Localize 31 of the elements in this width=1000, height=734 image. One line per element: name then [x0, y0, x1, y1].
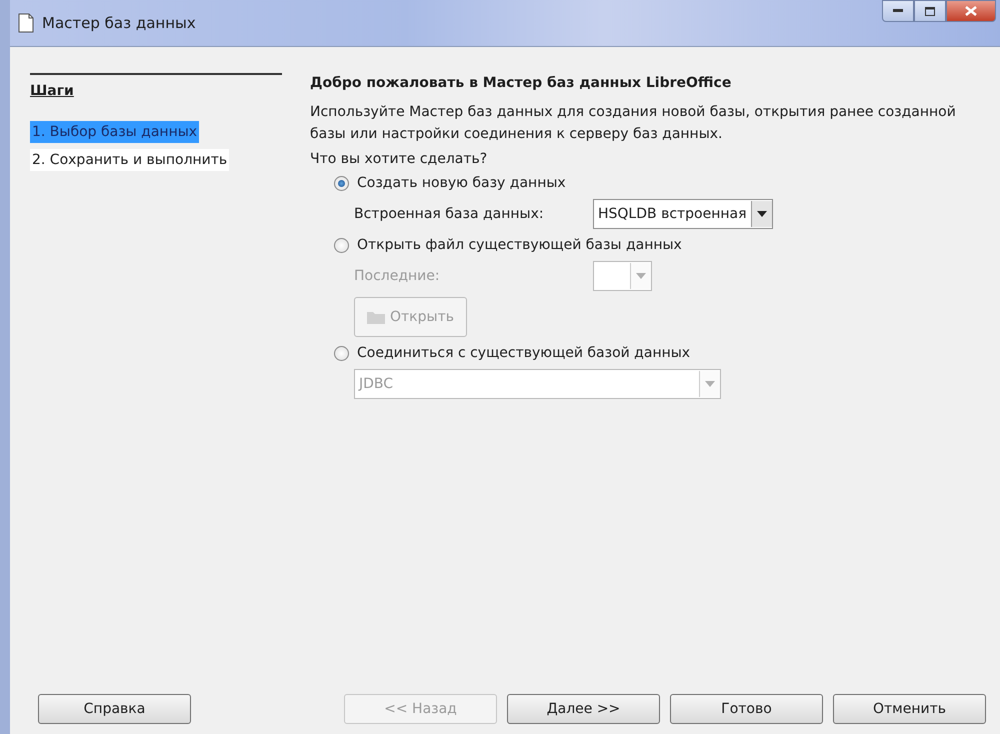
description-text: Используйте Мастер баз данных для создания новой базы, открытия ранее созданной базы или настройки соединения к серверу баз данных. [310, 103, 957, 144]
caret-icon [705, 381, 715, 387]
window-title: Мастер баз данных [42, 14, 197, 32]
caret-icon [636, 273, 646, 279]
question-text: Что вы хотите сделать? [310, 151, 488, 167]
radio-label[interactable]: Соединиться с существующей базой данных [357, 345, 690, 361]
caret-icon [756, 211, 767, 217]
step-item[interactable]: 2. Сохранить и выполнить [30, 149, 230, 171]
maximize-icon [925, 6, 935, 16]
minimize-button[interactable] [882, 0, 914, 22]
welcome-title: Добро пожаловать в Мастер баз данных LibreOffice [310, 75, 732, 91]
steps-heading: Шаги [30, 83, 74, 99]
minimize-icon [893, 9, 903, 13]
radio-label[interactable]: Создать новую базу данных [357, 175, 566, 191]
close-icon [965, 6, 977, 16]
help-button[interactable]: Справка [38, 694, 191, 724]
radio-button[interactable] [334, 346, 349, 360]
field-label: Последние: [354, 268, 441, 284]
close-button[interactable] [946, 0, 996, 22]
radio-button[interactable] [334, 176, 349, 190]
dropdown[interactable]: HSQLDB встроенная [593, 199, 773, 229]
radio-label[interactable]: Открыть файл существующей базы данных [357, 237, 682, 253]
step-item[interactable]: 1. Выбор базы данных [30, 121, 200, 143]
folder-icon [367, 310, 385, 324]
radio-button[interactable] [334, 238, 349, 252]
dialog-button[interactable]: Далее >> [507, 694, 660, 724]
maximize-button[interactable] [914, 0, 946, 22]
document-icon [18, 13, 34, 33]
dialog-button[interactable]: Готово [670, 694, 823, 724]
dialog-button[interactable]: Отменить [833, 694, 986, 724]
field-label: Встроенная база данных: [354, 206, 545, 222]
